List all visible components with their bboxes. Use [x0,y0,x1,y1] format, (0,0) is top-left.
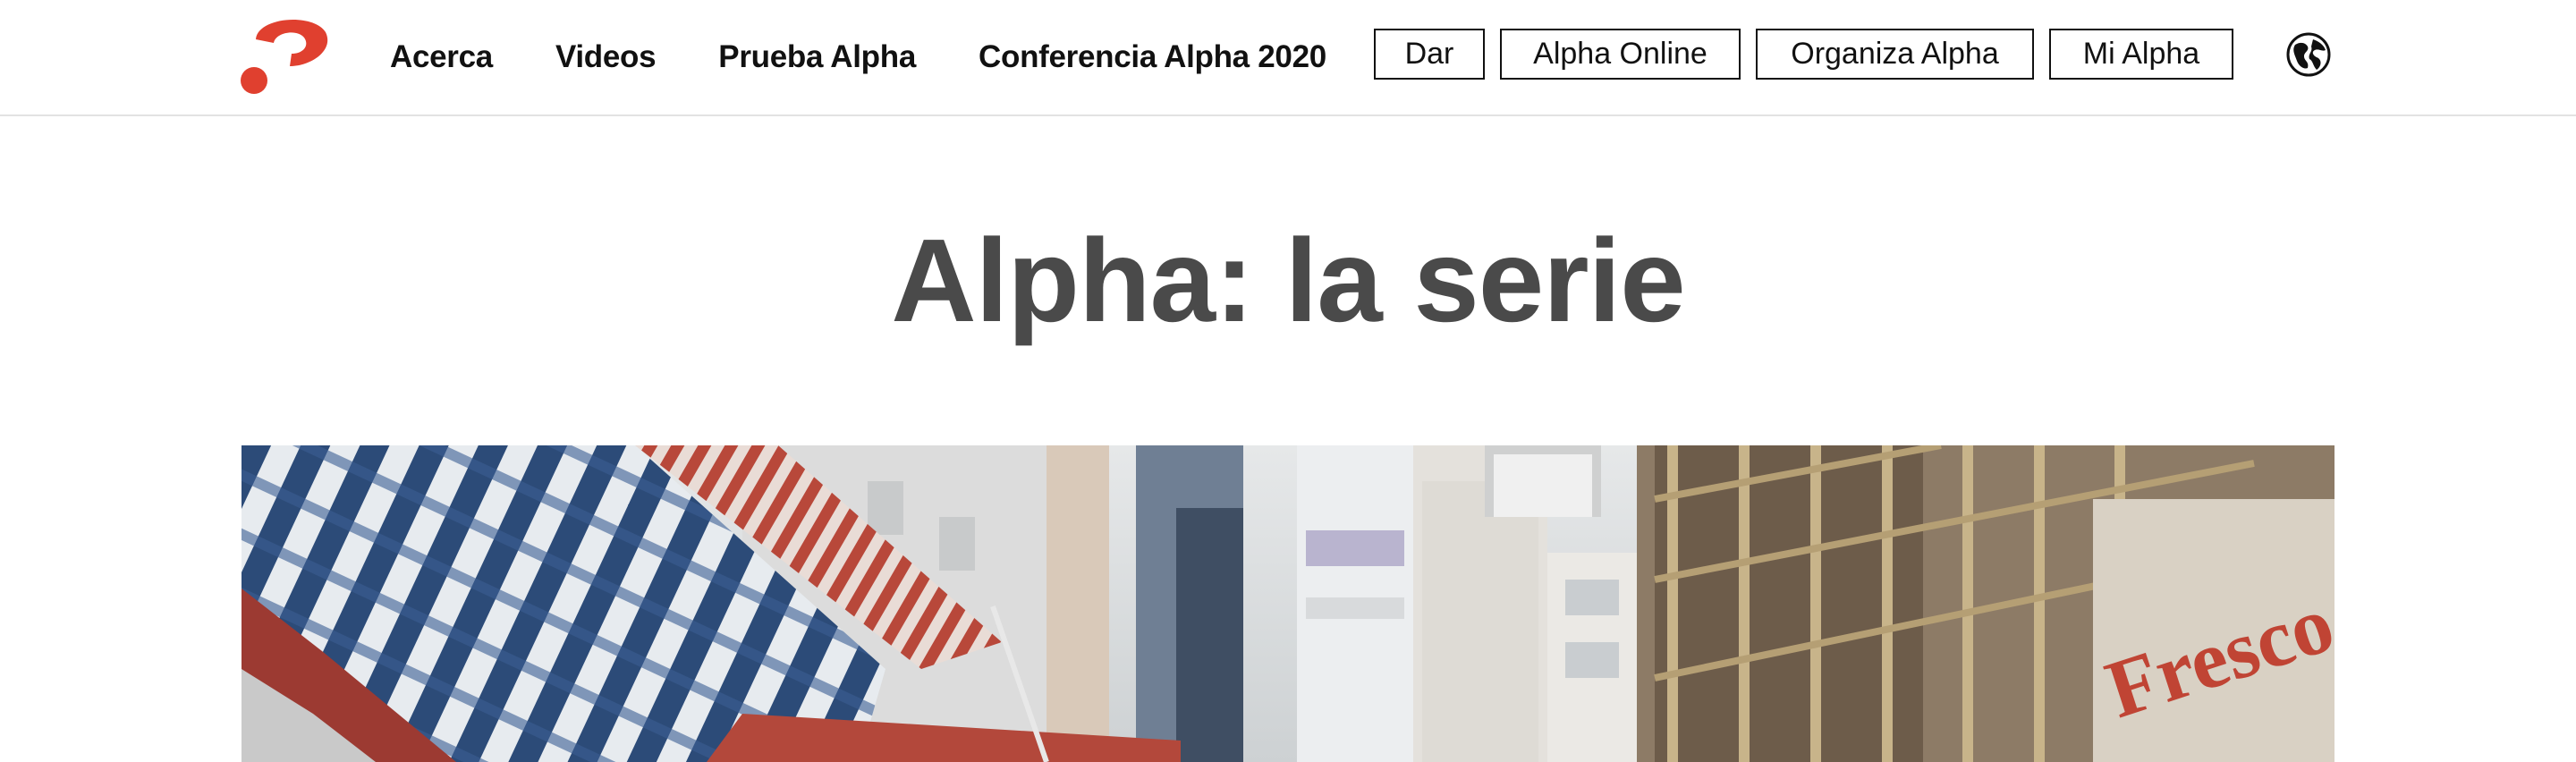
globe-icon[interactable] [2286,32,2331,77]
nav-link-acerca[interactable]: Acerca [390,39,493,75]
site-header: Acerca Videos Prueba Alpha Conferencia A… [0,0,2576,116]
nav-link-videos[interactable]: Videos [555,39,657,75]
nav-link-prueba-alpha[interactable]: Prueba Alpha [718,39,916,75]
alpha-online-button[interactable]: Alpha Online [1500,29,1741,80]
dar-button[interactable]: Dar [1374,29,1485,80]
main-nav: Acerca Videos Prueba Alpha Conferencia A… [390,0,1326,114]
mi-alpha-button[interactable]: Mi Alpha [2049,29,2233,80]
header-buttons: Dar Alpha Online Organiza Alpha Mi Alpha [1374,29,2249,80]
nav-link-conferencia[interactable]: Conferencia Alpha 2020 [979,39,1326,75]
page-title: Alpha: la serie [891,215,1685,346]
organiza-alpha-button[interactable]: Organiza Alpha [1756,29,2034,80]
hero-image: Fresco [242,445,2334,762]
alpha-logo[interactable] [240,13,329,95]
street-scene-image: Fresco [242,445,2334,762]
